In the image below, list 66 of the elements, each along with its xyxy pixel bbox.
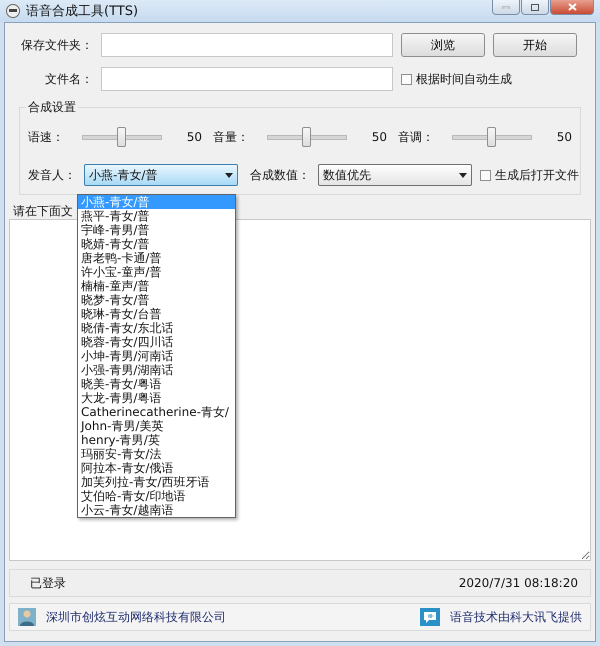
checkbox[interactable] [480,170,491,180]
speech-bubble-icon [420,608,440,626]
slider-value: 50 [556,130,572,144]
close-icon [568,3,576,11]
dropdown-option[interactable]: 唐老鸭-卡通/普 [78,251,235,265]
dropdown-option[interactable]: 燕平-青女/普 [78,209,235,223]
speaker-dropdown[interactable]: 小燕-青女/普 [84,164,238,186]
dropdown-option[interactable]: 小坤-青男/河南话 [78,349,235,363]
minimize-icon [502,5,510,9]
maximize-button[interactable] [521,0,549,15]
slider-value: 50 [370,130,387,144]
value-mode-dropdown[interactable]: 数值优先 [318,164,472,186]
dropdown-option[interactable]: 小强-青男/湖南话 [78,363,235,377]
dropdown-option[interactable]: 宇峰-青男/普 [78,223,235,237]
window-title: 语音合成工具(TTS) [26,3,140,20]
dropdown-option[interactable]: 晓婧-青女/普 [78,237,235,251]
slider[interactable] [82,127,162,147]
start-button[interactable]: 开始 [493,33,577,57]
close-button[interactable] [550,0,594,15]
login-status: 已登录 [30,574,66,592]
browse-button[interactable]: 浏览 [401,33,485,57]
dropdown-option[interactable]: 晓琳-青女/台普 [78,307,235,321]
text-area-label: 请在下面文 [13,203,73,219]
folder-input-field[interactable] [101,33,393,57]
dropdown-option[interactable]: 阿拉本-青女/俄语 [78,461,235,475]
slider[interactable] [452,127,532,147]
dropdown-option[interactable]: 晓美-青女/粤语 [78,377,235,391]
dropdown-option[interactable]: Catherinecatherine-青女/ [78,405,235,419]
dropdown-option[interactable]: 加芙列拉-青女/西班牙语 [78,475,235,489]
field-label: 保存文件夹： [20,36,93,54]
dropdown-arrow-icon [225,172,233,178]
status-datetime: 2020/7/31 08:18:20 [458,576,578,590]
field-label: 发音人： [28,166,76,184]
field-label: 合成数值： [250,166,310,184]
dropdown-option[interactable]: 玛丽安-青女/法 [78,447,235,461]
slider-value: 50 [186,130,202,144]
dropdown-option[interactable]: 晓梦-青女/普 [78,293,235,307]
checkbox-label: 生成后打开文件 [495,166,579,184]
dropdown-option[interactable]: henry-青男/英 [78,433,235,447]
dropdown-option[interactable]: 艾伯哈-青女/印地语 [78,489,235,503]
dropdown-option[interactable]: John-青男/美英 [78,419,235,433]
app-icon [6,4,20,18]
group-title: 合成设置 [26,99,78,116]
slider-thumb[interactable] [487,127,496,147]
filename-input-field[interactable] [101,67,393,91]
dropdown-option[interactable]: 晓蓉-青女/四川话 [78,335,235,349]
slider-thumb[interactable] [117,127,126,147]
checkbox[interactable] [401,74,412,84]
slider-label: 音调： [398,128,434,146]
dropdown-arrow-icon [459,172,467,178]
slider-label: 语速： [28,128,64,146]
slider[interactable] [267,127,347,147]
maximize-icon [531,4,539,10]
dropdown-option[interactable]: 晓倩-青女/东北话 [78,321,235,335]
person-icon [18,608,36,626]
slider-label: 音量： [213,128,249,146]
dropdown-option[interactable]: 小云-青女/越南语 [78,503,235,517]
company-name: 深圳市创炫互动网络科技有限公司 [46,608,226,626]
checkbox-label: 根据时间自动生成 [416,70,512,88]
dropdown-option[interactable]: 许小宝-童声/普 [78,265,235,279]
credit-text: 语音技术由科大讯飞提供 [450,608,582,626]
dropdown-option[interactable]: 大龙-青男/粤语 [78,391,235,405]
dropdown-option[interactable]: 楠楠-童声/普 [78,279,235,293]
slider-thumb[interactable] [302,127,311,147]
field-label: 文件名： [44,70,93,88]
minimize-button[interactable] [492,0,520,15]
